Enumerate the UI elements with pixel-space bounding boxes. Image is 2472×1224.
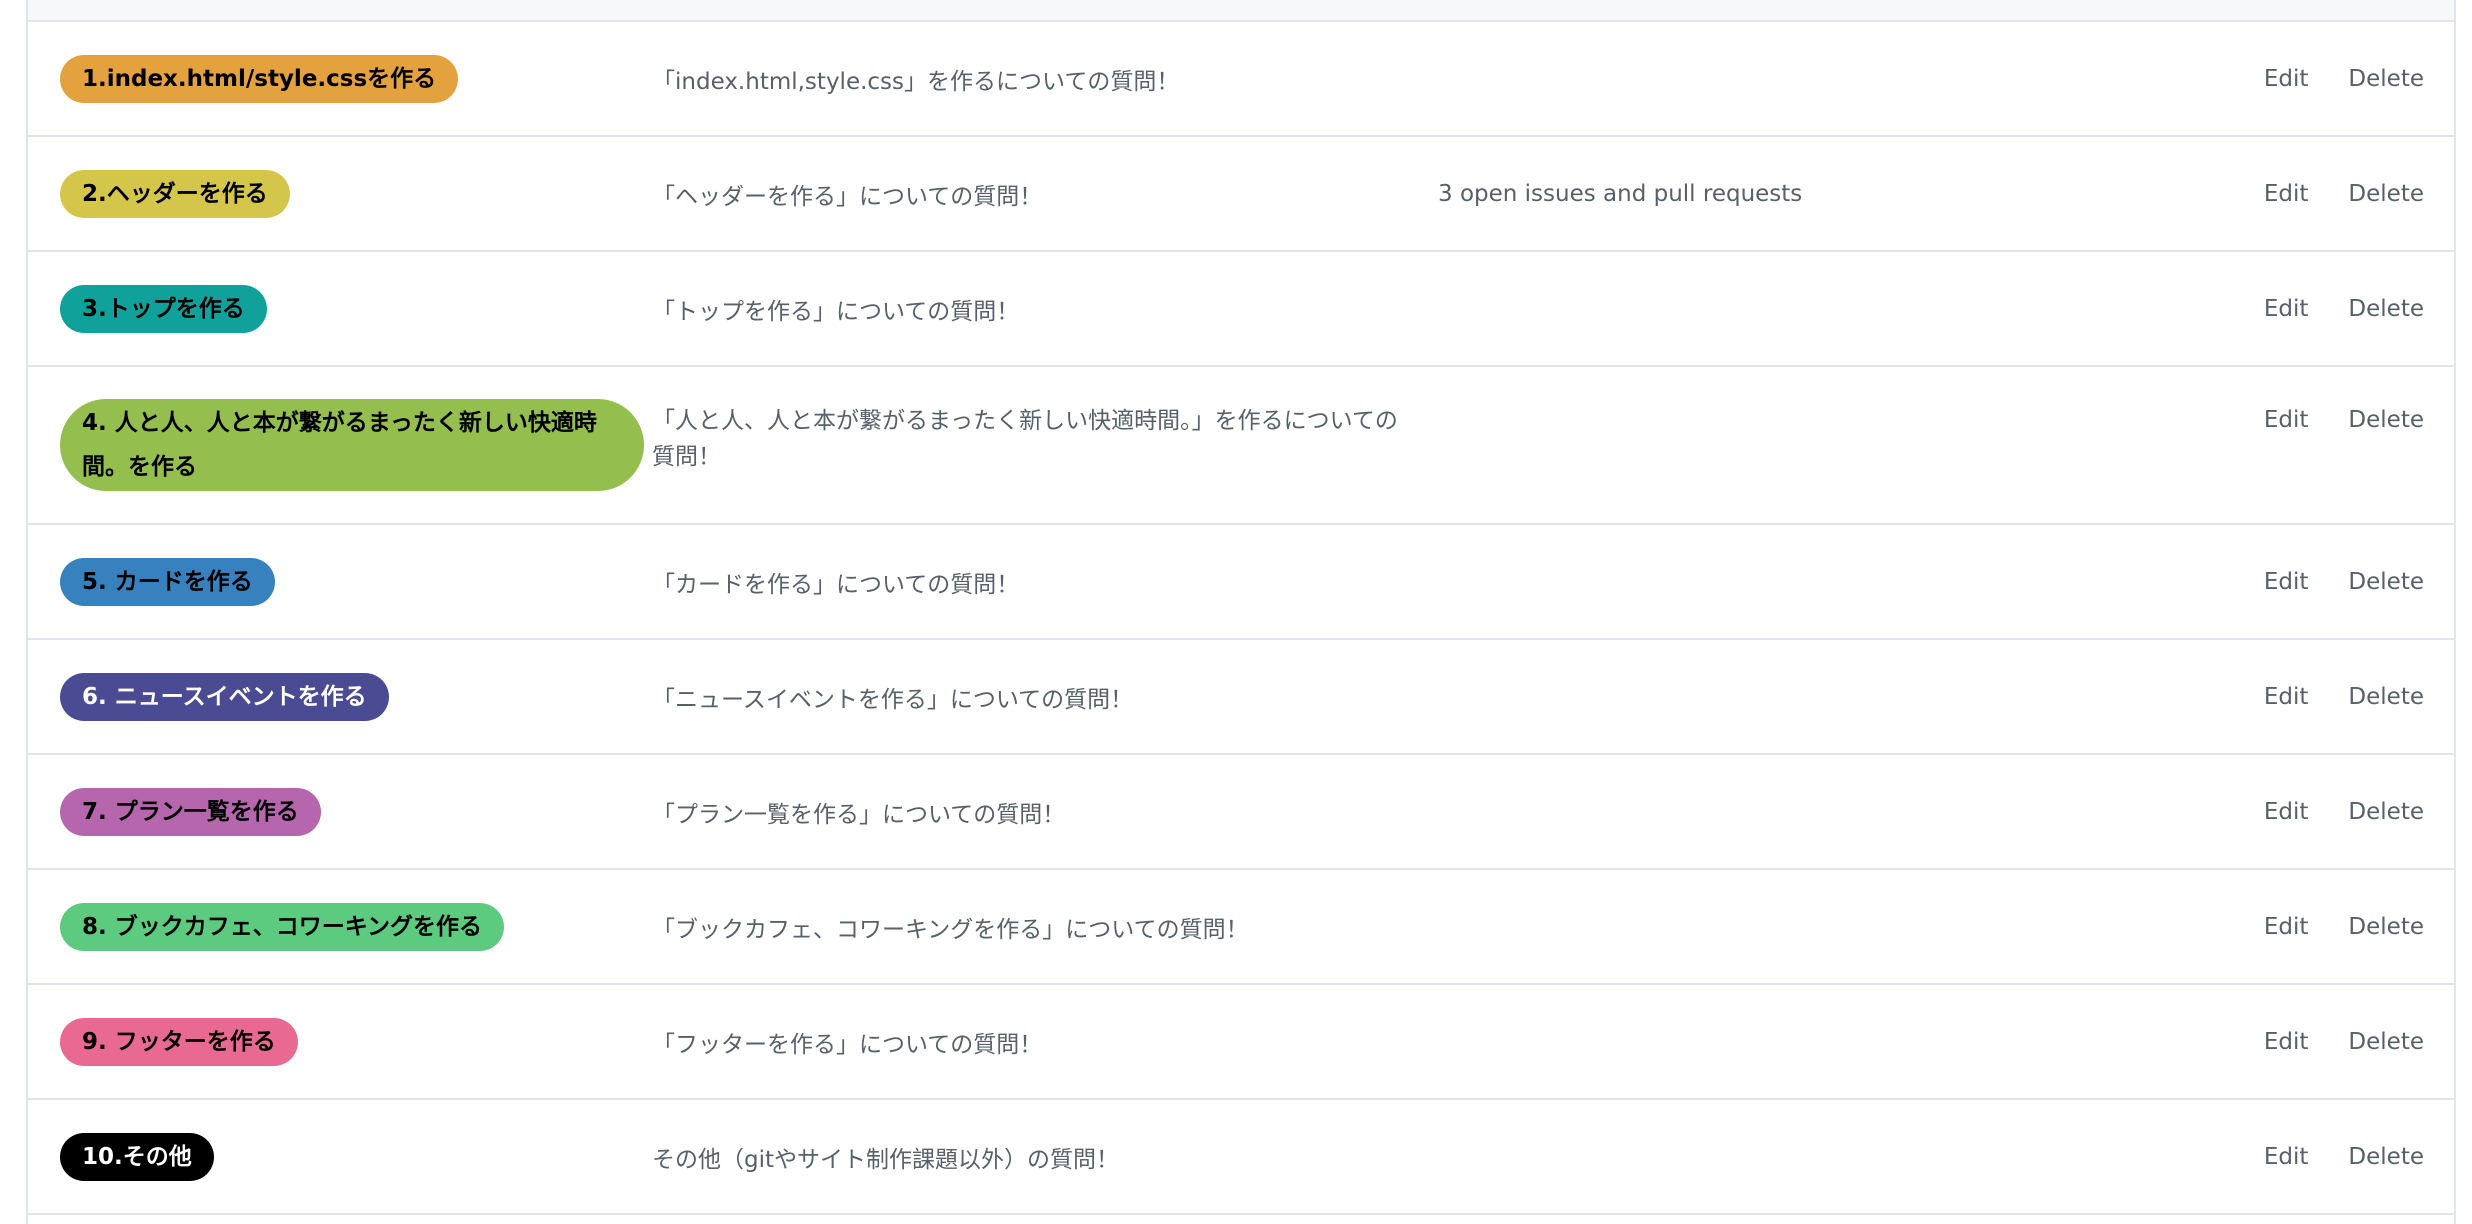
edit-button[interactable]: Edit	[2264, 407, 2309, 433]
label-pill[interactable]: 3.トップを作る	[60, 284, 267, 333]
label-description: 「人と人、人と本が繋がるまったく新しい快適時間。」を作るについての質問！	[652, 408, 1398, 470]
edit-button[interactable]: Edit	[2264, 1029, 2309, 1055]
delete-button[interactable]: Delete	[2348, 1144, 2424, 1170]
label-pill[interactable]: 1.index.html/style.cssを作る	[60, 54, 459, 103]
label-pill[interactable]: 2.ヘッダーを作る	[60, 169, 290, 218]
edit-button[interactable]: Edit	[2264, 296, 2309, 322]
label-description: 「トップを作る」についての質問！	[652, 298, 1020, 325]
label-row: 5. カードを作る 「カードを作る」についての質問！ Edit Delete	[28, 525, 2454, 640]
label-description: 「フッターを作る」についての質問！	[652, 1031, 1043, 1058]
delete-button[interactable]: Delete	[2348, 181, 2424, 207]
delete-button[interactable]: Delete	[2348, 66, 2424, 92]
label-row: 1.index.html/style.cssを作る 「index.html,st…	[28, 22, 2454, 137]
edit-button[interactable]: Edit	[2264, 799, 2309, 825]
label-open-issues-link[interactable]: 3 open issues and pull requests	[1438, 137, 1802, 250]
edit-button[interactable]: Edit	[2264, 684, 2309, 710]
label-row: 2.ヘッダーを作る 「ヘッダーを作る」についての質問！ 3 open issue…	[28, 137, 2454, 252]
delete-button[interactable]: Delete	[2348, 569, 2424, 595]
label-description: 「ブックカフェ、コワーキングを作る」についての質問！	[652, 916, 1249, 943]
label-description: 「ニュースイベントを作る」についての質問！	[652, 686, 1134, 713]
delete-button[interactable]: Delete	[2348, 296, 2424, 322]
delete-button[interactable]: Delete	[2348, 914, 2424, 940]
delete-button[interactable]: Delete	[2348, 1029, 2424, 1055]
labels-list-header	[28, 0, 2454, 22]
labels-list: 1.index.html/style.cssを作る 「index.html,st…	[26, 0, 2456, 1224]
label-row: 7. プラン一覧を作る 「プラン一覧を作る」についての質問！ Edit Dele…	[28, 755, 2454, 870]
label-row: 10.その他 その他（gitやサイト制作課題以外）の質問！ Edit Delet…	[28, 1100, 2454, 1215]
label-row: 8. ブックカフェ、コワーキングを作る 「ブックカフェ、コワーキングを作る」につ…	[28, 870, 2454, 985]
delete-button[interactable]: Delete	[2348, 407, 2424, 433]
label-pill[interactable]: 5. カードを作る	[60, 557, 275, 606]
label-row: 3.トップを作る 「トップを作る」についての質問！ Edit Delete	[28, 252, 2454, 367]
edit-button[interactable]: Edit	[2264, 181, 2309, 207]
label-pill[interactable]: 7. プラン一覧を作る	[60, 787, 321, 836]
label-description: 「プラン一覧を作る」についての質問！	[652, 801, 1066, 828]
label-pill[interactable]: 10.その他	[60, 1132, 214, 1181]
label-row: 6. ニュースイベントを作る 「ニュースイベントを作る」についての質問！ Edi…	[28, 640, 2454, 755]
label-description: その他（gitやサイト制作課題以外）の質問！	[652, 1146, 1120, 1173]
label-description: 「index.html,style.css」を作るについての質問！	[652, 68, 1180, 95]
label-row: 9. フッターを作る 「フッターを作る」についての質問！ Edit Delete	[28, 985, 2454, 1100]
delete-button[interactable]: Delete	[2348, 684, 2424, 710]
label-pill[interactable]: 9. フッターを作る	[60, 1017, 298, 1066]
label-description: 「ヘッダーを作る」についての質問！	[652, 183, 1043, 210]
edit-button[interactable]: Edit	[2264, 914, 2309, 940]
edit-button[interactable]: Edit	[2264, 1144, 2309, 1170]
edit-button[interactable]: Edit	[2264, 66, 2309, 92]
label-pill[interactable]: 8. ブックカフェ、コワーキングを作る	[60, 902, 505, 951]
label-pill[interactable]: 4. 人と人、人と本が繋がるまったく新しい快適時間。を作る	[60, 399, 644, 491]
edit-button[interactable]: Edit	[2264, 569, 2309, 595]
delete-button[interactable]: Delete	[2348, 799, 2424, 825]
label-description: 「カードを作る」についての質問！	[652, 571, 1020, 598]
label-pill[interactable]: 6. ニュースイベントを作る	[60, 672, 389, 721]
label-row: 4. 人と人、人と本が繋がるまったく新しい快適時間。を作る 「人と人、人と本が繋…	[28, 367, 2454, 525]
